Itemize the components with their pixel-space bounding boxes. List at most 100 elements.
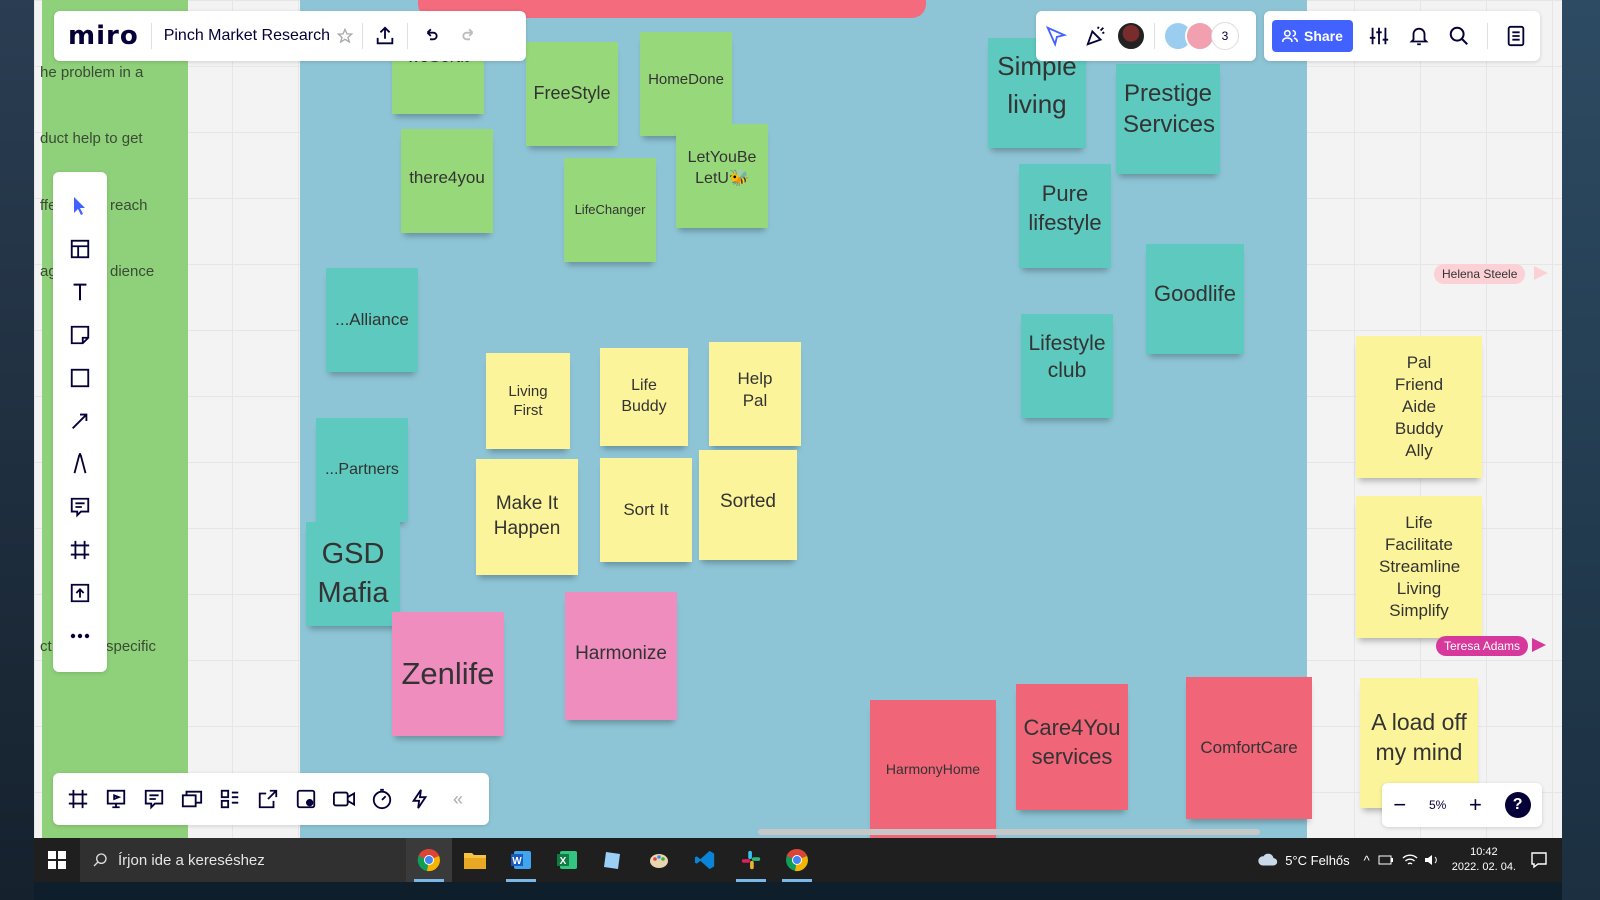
collapse-chevron-icon[interactable]: « <box>439 779 477 819</box>
sticky-text: A load off my mind <box>1371 709 1467 765</box>
sticky-note[interactable]: Sorted <box>699 450 797 560</box>
chevron-up-icon[interactable]: ^ <box>1364 853 1370 868</box>
connection-line-icon[interactable] <box>60 399 100 442</box>
sticky-text: ComfortCare <box>1200 737 1298 757</box>
sticky-note[interactable]: Goodlife <box>1146 244 1244 354</box>
lightning-icon[interactable] <box>401 779 439 819</box>
zoom-out-button[interactable]: − <box>1393 792 1406 818</box>
text-tool-icon[interactable] <box>60 270 100 313</box>
sticky-note[interactable]: Make It Happen <box>476 459 578 575</box>
timer-icon[interactable] <box>363 779 401 819</box>
board-list-icon[interactable] <box>1496 16 1536 56</box>
chrome-profile-icon[interactable] <box>774 838 820 882</box>
star-icon[interactable] <box>330 16 360 56</box>
sticky-note[interactable]: Life Facilitate Streamline Living Simpli… <box>1356 496 1482 638</box>
sticky-note[interactable]: Lifestyle club <box>1021 314 1113 418</box>
sticky-text: Care4You services <box>1023 715 1121 769</box>
clock-date: 2022. 02. 04. <box>1451 861 1516 873</box>
bell-icon[interactable] <box>1399 16 1439 56</box>
sticky-note[interactable]: Pure lifestyle <box>1019 164 1111 268</box>
pen-icon[interactable] <box>60 442 100 485</box>
sticky-note[interactable]: Life Buddy <box>600 348 688 446</box>
comments-icon[interactable] <box>135 779 173 819</box>
shape-tool-icon[interactable] <box>60 356 100 399</box>
cards-icon[interactable] <box>173 779 211 819</box>
frame-text: specific <box>106 638 157 655</box>
volume-icon[interactable] <box>1424 853 1440 867</box>
sticky-text: ...Partners <box>325 460 399 478</box>
collaborator-count[interactable]: 3 <box>1211 22 1239 50</box>
sticky-note[interactable]: Harmonize <box>565 592 677 720</box>
sticky-note[interactable]: Pal Friend Aide Buddy Ally <box>1356 336 1482 478</box>
sticky-note[interactable]: Care4You services <box>1016 684 1128 810</box>
chrome-icon[interactable] <box>406 838 452 882</box>
cursor-follow-icon[interactable] <box>1036 16 1076 56</box>
export-icon[interactable] <box>365 16 405 56</box>
help-button[interactable]: ? <box>1504 792 1531 818</box>
sticky-note[interactable]: Prestige Services <box>1116 64 1220 174</box>
undo-icon[interactable] <box>410 16 450 56</box>
zoom-level[interactable]: 5% <box>1429 798 1446 812</box>
collaboration-panel: 3 <box>1036 11 1256 61</box>
share-button[interactable]: Share <box>1272 20 1353 52</box>
presentation-icon[interactable] <box>97 779 135 819</box>
sticky-note[interactable]: HarmonyHome <box>870 700 996 840</box>
sticky-note[interactable]: there4you <box>401 129 493 233</box>
weather-text[interactable]: 5°C Felhős <box>1285 853 1349 868</box>
video-icon[interactable] <box>325 779 363 819</box>
zoom-in-button[interactable]: + <box>1469 792 1482 818</box>
comment-icon[interactable] <box>60 485 100 528</box>
sticky-note[interactable]: LifeChanger <box>564 158 656 262</box>
slack-icon[interactable] <box>728 838 774 882</box>
taskbar-search[interactable]: Írjon ide a kereséshez <box>80 838 406 882</box>
sticky-note[interactable]: ...Alliance <box>326 268 418 372</box>
search-icon[interactable] <box>1439 16 1479 56</box>
sticky-note[interactable]: GSD Mafia <box>306 522 400 626</box>
paint-icon[interactable] <box>636 838 682 882</box>
frames-icon[interactable] <box>59 779 97 819</box>
sticky-note[interactable]: Help Pal <box>709 342 801 446</box>
desktop-right-edge <box>1562 0 1600 900</box>
sticky-note[interactable]: ComfortCare <box>1186 677 1312 819</box>
notifications-icon[interactable] <box>1530 851 1548 869</box>
word-icon[interactable]: W <box>498 838 544 882</box>
select-cursor-icon[interactable] <box>60 184 100 227</box>
notes-app-icon[interactable] <box>590 838 636 882</box>
sticky-note[interactable]: FreeStyle <box>526 42 618 146</box>
sticky-note[interactable]: HomeDone <box>640 32 732 136</box>
sticky-note[interactable]: Living First <box>486 353 570 449</box>
settings-sliders-icon[interactable] <box>1359 16 1399 56</box>
windows-start-icon[interactable] <box>34 838 80 882</box>
clock-time: 10:42 <box>1470 845 1498 858</box>
sticky-note[interactable]: Zenlife <box>392 612 504 736</box>
sticky-text: Pal Friend Aide Buddy Ally <box>1394 352 1444 461</box>
file-explorer-icon[interactable] <box>452 838 498 882</box>
celebrate-icon[interactable] <box>1076 16 1116 56</box>
vscode-icon[interactable] <box>682 838 728 882</box>
embed-icon[interactable] <box>249 779 287 819</box>
avatar[interactable] <box>1116 21 1146 51</box>
horizontal-scrollbar[interactable] <box>758 829 1260 835</box>
redo-icon[interactable] <box>450 16 490 56</box>
cursor-label-helena: Helena Steele <box>1434 264 1526 284</box>
board-canvas[interactable]: he problem in a duct help to get ffe rea… <box>34 0 1562 855</box>
board-title[interactable]: Pinch Market Research <box>164 27 330 45</box>
weather-cloud-icon <box>1258 853 1278 866</box>
upload-icon[interactable] <box>60 571 100 614</box>
kanban-icon[interactable] <box>211 779 249 819</box>
battery-icon[interactable] <box>1378 854 1394 866</box>
sticky-note[interactable]: Sort It <box>600 458 692 562</box>
sticky-note[interactable]: LetYouBe LetU🐝 <box>676 124 768 228</box>
templates-icon[interactable] <box>60 227 100 270</box>
frame-icon[interactable] <box>60 528 100 571</box>
miro-logo[interactable]: miro <box>68 21 139 51</box>
clock[interactable]: 10:42 2022. 02. 04. <box>1452 845 1516 876</box>
sticky-note-icon[interactable] <box>60 313 100 356</box>
sticky-text: Life Facilitate Streamline Living Simpli… <box>1379 512 1461 621</box>
more-tools-icon[interactable] <box>60 614 100 657</box>
image-icon[interactable] <box>287 779 325 819</box>
wifi-icon[interactable] <box>1402 853 1418 867</box>
excel-icon[interactable]: X <box>544 838 590 882</box>
sticky-note[interactable]: ...Partners <box>316 418 408 522</box>
divider <box>362 23 363 49</box>
